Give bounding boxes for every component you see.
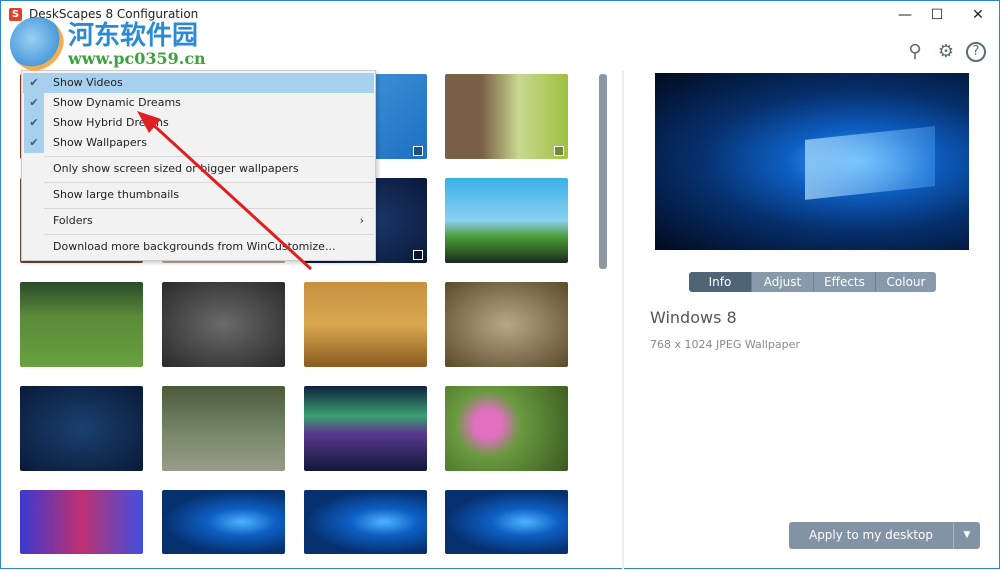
thumbnail[interactable]: [304, 282, 427, 367]
thumbnail[interactable]: [445, 490, 568, 554]
check-icon: ✔: [24, 73, 44, 93]
app-icon: S: [9, 8, 22, 21]
check-icon: ✔: [24, 113, 44, 133]
menu-separator: [44, 208, 374, 209]
tab-effects[interactable]: Effects: [813, 272, 875, 292]
menu-item-show-dynamic-dreams[interactable]: ✔ Show Dynamic Dreams: [23, 93, 374, 113]
apply-dropdown-icon[interactable]: ▼: [953, 522, 980, 549]
close-button[interactable]: ✕: [963, 5, 993, 25]
menu-item-large-thumbnails[interactable]: Show large thumbnails: [23, 185, 374, 205]
view-options-menu: ✔ Show Videos ✔ Show Dynamic Dreams ✔ Show …: [21, 70, 376, 261]
thumbnail[interactable]: [162, 386, 285, 471]
thumbnail[interactable]: [162, 490, 285, 554]
thumbnail[interactable]: [445, 74, 568, 159]
menu-separator: [44, 234, 374, 235]
thumbnail[interactable]: [445, 386, 568, 471]
video-badge-icon: [413, 250, 423, 260]
thumbnail[interactable]: [162, 282, 285, 367]
submenu-chevron-icon: ›: [359, 214, 364, 227]
apply-to-desktop-button[interactable]: Apply to my desktop: [789, 522, 953, 549]
gear-icon[interactable]: ⚙: [935, 41, 957, 63]
thumbnail[interactable]: [304, 490, 427, 554]
menu-item-show-hybrid-dreams[interactable]: ✔ Show Hybrid Dreams: [23, 113, 374, 133]
menu-item-show-wallpapers[interactable]: ✔ Show Wallpapers: [23, 133, 374, 153]
menu-item-folders[interactable]: Folders ›: [23, 211, 374, 231]
search-icon[interactable]: ⚲: [904, 41, 926, 63]
thumbnail[interactable]: [445, 282, 568, 367]
menu-item-download-more[interactable]: Download more backgrounds from WinCustom…: [23, 237, 374, 257]
menu-separator: [44, 182, 374, 183]
thumbnail[interactable]: [20, 490, 143, 554]
wallpaper-preview: [655, 73, 969, 250]
video-badge-icon: [413, 146, 423, 156]
check-icon: ✔: [24, 93, 44, 113]
tab-info[interactable]: Info: [689, 272, 751, 292]
pane-divider: [622, 71, 624, 570]
help-icon[interactable]: ?: [966, 42, 986, 62]
apply-button: Apply to my desktop ▼: [789, 522, 980, 549]
title-bar: S DeskScapes 8 Configuration — ☐ ✕: [1, 1, 1000, 31]
thumbnail[interactable]: [304, 386, 427, 471]
window-title: DeskScapes 8 Configuration: [29, 7, 199, 21]
wallpaper-details: 768 x 1024 JPEG Wallpaper: [650, 338, 800, 351]
menu-item-screen-sized-only[interactable]: Only show screen sized or bigger wallpap…: [23, 159, 374, 179]
maximize-button[interactable]: ☐: [922, 5, 952, 25]
tab-adjust[interactable]: Adjust: [751, 272, 813, 292]
video-badge-icon: [554, 146, 564, 156]
thumbnail[interactable]: [20, 386, 143, 471]
minimize-button[interactable]: —: [890, 5, 920, 25]
tab-colour[interactable]: Colour: [875, 272, 936, 292]
thumbnail[interactable]: [20, 282, 143, 367]
grid-scrollbar[interactable]: [599, 74, 607, 269]
check-icon: ✔: [24, 133, 44, 153]
wallpaper-title: Windows 8: [650, 308, 737, 327]
detail-tabs: Info Adjust Effects Colour: [689, 272, 936, 292]
thumbnail[interactable]: [445, 178, 568, 263]
menu-item-show-videos[interactable]: ✔ Show Videos: [23, 73, 374, 93]
menu-separator: [44, 156, 374, 157]
